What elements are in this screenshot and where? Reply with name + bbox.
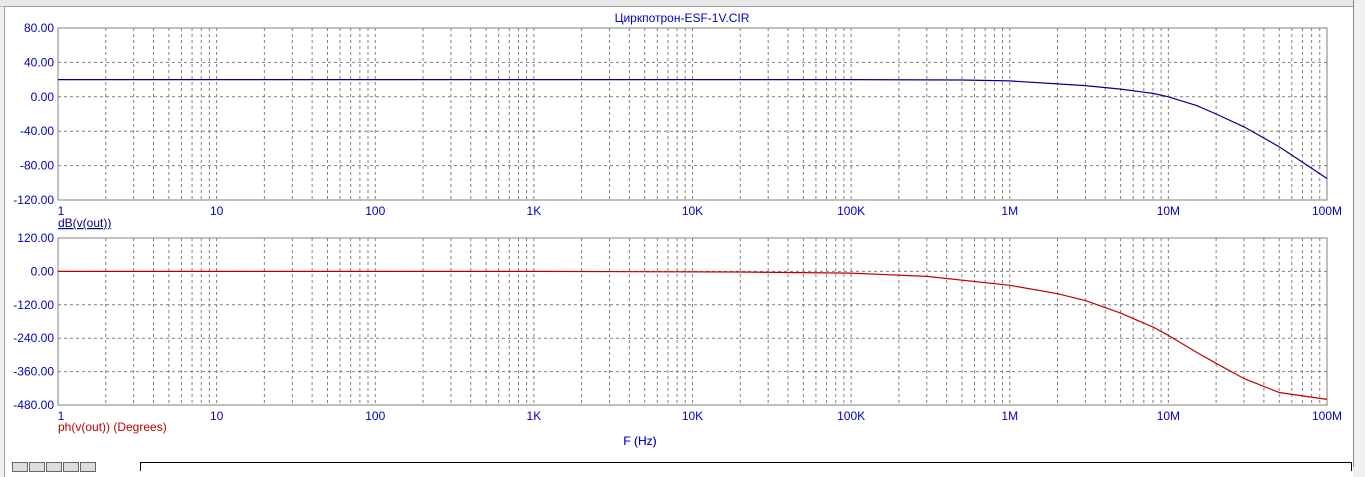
x-tick-label: 1M bbox=[1001, 204, 1018, 218]
y-tick-label: -120.00 bbox=[13, 193, 54, 207]
y-tick-label: 120.00 bbox=[17, 231, 54, 245]
x-tick-label: 100 bbox=[365, 409, 385, 423]
y-tick-label: -360.00 bbox=[13, 365, 54, 379]
toolbar bbox=[12, 462, 97, 472]
y-tick-label: 80.00 bbox=[24, 21, 54, 35]
x-tick-label: 100 bbox=[365, 204, 385, 218]
x-axis-label: F (Hz) bbox=[623, 434, 656, 448]
x-tick-label: 1K bbox=[527, 204, 542, 218]
y-tick-label: -240.00 bbox=[13, 331, 54, 345]
tool-button[interactable] bbox=[63, 462, 79, 472]
bode-chart: 80.0040.000.00-40.00-80.00-120.001 10 100 1… bbox=[13, 11, 1342, 448]
x-tick-label: 100K bbox=[837, 409, 865, 423]
y-tick-label: 0.00 bbox=[31, 264, 55, 278]
x-tick-label: 1M bbox=[1001, 409, 1018, 423]
x-tick-label: 100M bbox=[1312, 409, 1342, 423]
x-tick-label: 10M bbox=[1157, 204, 1180, 218]
y-tick-label: -480.00 bbox=[13, 398, 54, 412]
y-tick-label: -120.00 bbox=[13, 298, 54, 312]
y-tick-label: 40.00 bbox=[24, 55, 54, 69]
tool-button[interactable] bbox=[29, 462, 45, 472]
chart-title: Циркпотрон-ESF-1V.CIR bbox=[615, 11, 750, 25]
x-tick-label: 10K bbox=[682, 409, 703, 423]
x-tick-label: 10K bbox=[682, 204, 703, 218]
tool-button[interactable] bbox=[12, 462, 28, 472]
y-tick-label: 0.00 bbox=[31, 90, 55, 104]
y-axis-label: ph(v(out)) (Degrees) bbox=[58, 420, 167, 434]
y-tick-label: -40.00 bbox=[20, 124, 54, 138]
tool-button[interactable] bbox=[80, 462, 96, 472]
x-tick-label: 1K bbox=[527, 409, 542, 423]
y-tick-label: -80.00 bbox=[20, 159, 54, 173]
x-tick-label: 10 bbox=[210, 409, 224, 423]
x-tick-label: 100M bbox=[1312, 204, 1342, 218]
x-tick-label: 10M bbox=[1157, 409, 1180, 423]
x-tick-label: 10 bbox=[210, 204, 224, 218]
y-axis-label: dB(v(out)) bbox=[58, 216, 111, 230]
x-tick-label: 100K bbox=[837, 204, 865, 218]
tool-button[interactable] bbox=[46, 462, 62, 472]
